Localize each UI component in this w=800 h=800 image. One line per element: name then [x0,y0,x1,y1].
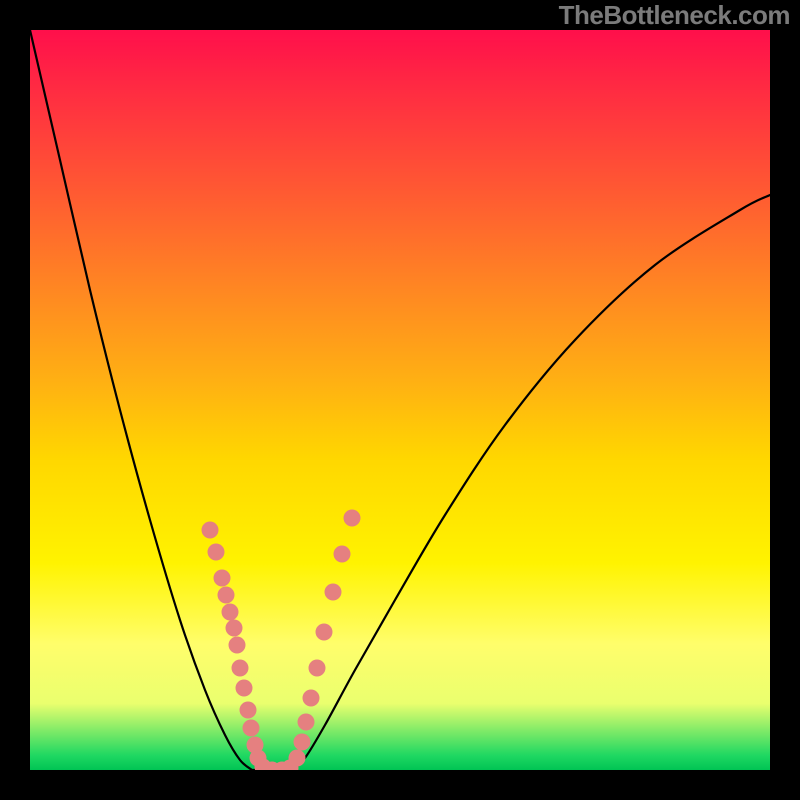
data-marker [232,660,249,677]
data-marker [222,604,239,621]
data-marker [303,690,320,707]
data-marker [243,720,260,737]
data-marker [334,546,351,563]
data-marker [309,660,326,677]
data-marker [208,544,225,561]
data-marker [294,734,311,751]
chart-svg [30,30,770,770]
data-marker [316,624,333,641]
data-marker [236,680,253,697]
data-marker [325,584,342,601]
data-marker [229,637,246,654]
watermark-text: TheBottleneck.com [559,0,790,31]
data-marker [218,587,235,604]
data-marker [240,702,257,719]
data-marker [344,510,361,527]
data-marker [289,750,306,767]
data-marker [226,620,243,637]
data-markers [202,510,361,771]
chart-container: TheBottleneck.com [0,0,800,800]
data-marker [214,570,231,587]
bottleneck-curve [30,30,770,770]
data-marker [298,714,315,731]
data-marker [202,522,219,539]
